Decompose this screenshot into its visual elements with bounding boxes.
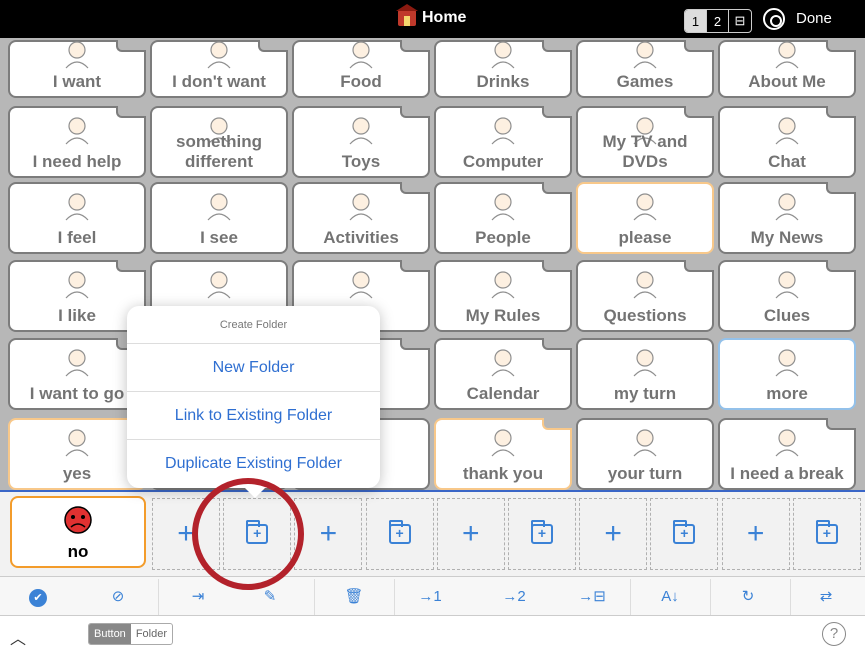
plus-icon: + [319,517,338,550]
add-button-slot[interactable]: + [436,498,505,570]
link-existing-folder-option[interactable]: Link to Existing Folder [127,392,380,440]
plus-icon: + [462,517,480,550]
home-icon [396,4,418,26]
refresh-icon[interactable]: ↻ [728,585,768,609]
move-to-archive-button[interactable]: →⊟ [572,585,612,609]
mode-segmented-control[interactable]: Button Folder [88,623,173,645]
add-folder-slot[interactable]: + [508,498,576,570]
segment-folder[interactable]: Folder [131,624,172,644]
add-button-slot[interactable]: + [294,498,363,570]
edit-toolbar: ✔ ⊘ ⇥ ✎ 🗑 →1 →2 →⊟ A↓ ↻ ⇄ [0,576,865,616]
done-button[interactable]: Done [796,10,832,27]
check-icon[interactable]: ✔ [18,585,58,609]
page-1-button[interactable]: 1 [685,10,707,32]
add-folder-slot[interactable]: + [365,498,434,570]
add-button-slot[interactable]: + [579,498,648,570]
add-folder-slot[interactable]: + [650,498,719,570]
highlight-circle [192,478,304,590]
hide-icon[interactable]: ⊘ [98,585,138,609]
move-to-page-1-button[interactable]: →1 [410,585,450,609]
add-button-slot[interactable]: + [721,498,790,570]
no-label: no [67,542,89,561]
page-2-button[interactable]: 2 [707,10,729,32]
page-title: Home [396,4,466,27]
folder-plus-icon: + [388,520,411,544]
sort-icon[interactable]: A↓ [650,585,690,609]
create-folder-popover: Create Folder New Folder Link to Existin… [127,306,380,488]
sad-red-face-icon [64,506,92,534]
toolbar-separator [630,579,631,615]
new-folder-option[interactable]: New Folder [127,344,380,392]
add-folder-slot[interactable]: + [792,498,861,570]
top-bar: Home 1 2 ⊟ Done [0,0,865,38]
toolbar-separator [710,579,711,615]
empty-slot-row: no + + + + + + + + + + [0,492,865,576]
folder-plus-icon: + [673,520,696,544]
plus-icon: + [604,517,622,550]
bottom-bar: ︿ Button Folder ? [0,616,865,652]
help-icon[interactable]: ? [822,622,846,646]
toolbar-separator [314,579,315,615]
folder-plus-icon: + [815,520,838,544]
plus-icon: + [746,517,765,550]
toolbar-separator [790,579,791,615]
swap-icon[interactable]: ⇄ [806,585,846,609]
trash-icon[interactable]: 🗑 [334,585,374,609]
chevron-up-icon[interactable]: ︿ [10,625,26,649]
archive-icon[interactable]: ⊟ [729,10,751,32]
no-button[interactable]: no [10,496,146,568]
toolbar-separator [394,579,395,615]
import-icon[interactable]: ⇥ [178,585,218,609]
folder-plus-icon: + [531,520,553,544]
gear-icon[interactable] [763,8,785,30]
segment-button[interactable]: Button [89,624,131,644]
page-selector[interactable]: 1 2 ⊟ [684,9,752,33]
move-to-page-2-button[interactable]: →2 [494,585,534,609]
popover-title: Create Folder [127,306,380,344]
toolbar-separator [158,579,159,615]
